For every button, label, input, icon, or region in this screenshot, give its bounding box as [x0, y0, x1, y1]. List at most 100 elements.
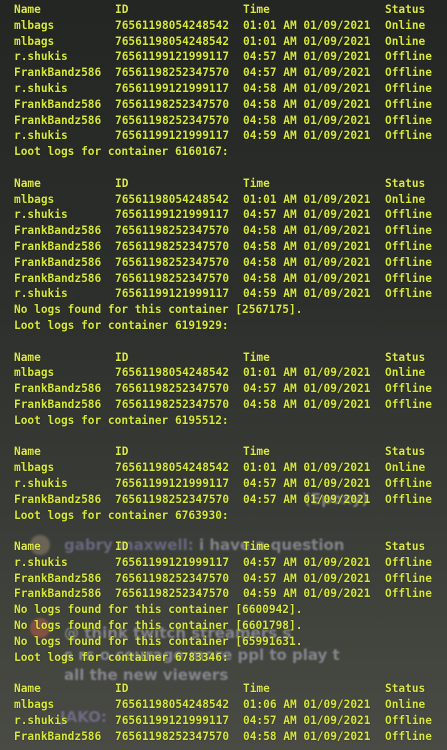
log-entry-row: r.shukis 76561199121999117 04:59 AM 01/09/…	[14, 286, 447, 302]
log-message: No logs found for this container [256717…	[14, 303, 303, 317]
log-id-cell: 76561199121999117	[115, 287, 230, 301]
log-time-cell: 04:57 AM 01/09/2021	[243, 555, 371, 569]
log-name-cell: FrankBandz586	[14, 224, 102, 238]
log-status-cell: Status	[385, 3, 426, 16]
log-id-cell: ID	[115, 3, 129, 16]
log-name-cell: mlbags	[14, 192, 55, 206]
log-id-cell: 76561198252347570	[115, 587, 230, 601]
log-status-cell: Offline	[385, 113, 432, 127]
log-id-cell: 76561198252347570	[115, 382, 230, 396]
log-status-cell: Offline	[385, 713, 432, 727]
log-id-cell: 76561198252347570	[115, 66, 230, 80]
log-name-cell: Name	[14, 176, 41, 190]
log-name-cell: FrankBandz586	[14, 113, 102, 127]
log-entry-row: FrankBandz586 76561198252347570 04:57 AM 0…	[14, 492, 447, 508]
log-status-cell: Online	[385, 18, 426, 32]
log-name-cell: mlbags	[14, 461, 55, 475]
log-name-cell: r.shukis	[14, 208, 68, 222]
log-name-cell: Name	[14, 445, 41, 459]
log-entry-row: FrankBandz586 76561198252347570 04:58 AM 0…	[14, 239, 447, 255]
log-id-cell: 76561198252347570	[115, 224, 230, 238]
log-time-cell: 04:57 AM 01/09/2021	[243, 476, 371, 490]
log-entry-row: r.shukis 76561199121999117 04:58 AM 01/09/…	[14, 81, 447, 97]
log-status-cell: Offline	[385, 255, 432, 269]
log-status-cell: Offline	[385, 555, 432, 569]
log-time-cell: 04:58 AM 01/09/2021	[243, 271, 371, 285]
log-time-cell: 04:58 AM 01/09/2021	[243, 97, 371, 111]
log-id-cell: 76561198054248542	[115, 34, 230, 48]
log-status-cell: Online	[385, 366, 426, 380]
log-entry-row: FrankBandz586 76561198252347570 04:58 AM 0…	[14, 729, 447, 745]
log-name-cell: FrankBandz586	[14, 271, 102, 285]
log-time-cell: 04:58 AM 01/09/2021	[243, 81, 371, 95]
log-name-cell: r.shukis	[14, 476, 68, 490]
log-time-cell: 01:01 AM 01/09/2021	[243, 192, 371, 206]
log-entry-row: mlbags 76561198054248542 01:01 AM 01/09/20…	[14, 34, 447, 50]
log-id-cell: 76561198054248542	[115, 698, 230, 712]
log-name-cell: r.shukis	[14, 129, 68, 143]
log-entry-row: mlbags 76561198054248542 01:06 AM 01/09/20…	[14, 697, 447, 713]
log-entry-row: FrankBandz586 76561198252347570 04:58 AM 0…	[14, 223, 447, 239]
log-status-cell: Status	[385, 445, 426, 459]
log-time-cell: 04:57 AM 01/09/2021	[243, 66, 371, 80]
log-time-cell: 04:58 AM 01/09/2021	[243, 729, 371, 743]
log-entry-row: r.shukis 76561199121999117 04:57 AM 01/09/…	[14, 207, 447, 223]
log-id-cell: 76561199121999117	[115, 81, 230, 95]
log-time-cell: 04:58 AM 01/09/2021	[243, 239, 371, 253]
log-time-cell: Time	[243, 176, 270, 190]
log-status-cell: Offline	[385, 208, 432, 222]
log-name-cell: r.shukis	[14, 287, 68, 301]
log-name-cell: r.shukis	[14, 713, 68, 727]
log-name-cell: r.shukis	[14, 50, 68, 64]
log-time-cell: 04:58 AM 01/09/2021	[243, 113, 371, 127]
log-message: Loot logs for container 6763930:	[14, 508, 229, 522]
log-status-cell: Offline	[385, 287, 432, 301]
log-id-cell: 76561198252347570	[115, 492, 230, 506]
log-header-row: Name ID Time Status	[14, 350, 447, 366]
log-name-cell: FrankBandz586	[14, 729, 102, 743]
log-blank-line	[14, 523, 447, 539]
log-time-cell: 01:01 AM 01/09/2021	[243, 34, 371, 48]
log-time-cell: 04:58 AM 01/09/2021	[243, 255, 371, 269]
log-status-cell: Offline	[385, 492, 432, 506]
log-status-cell: Online	[385, 698, 426, 712]
log-id-cell: 76561198252347570	[115, 397, 230, 411]
log-id-cell: 76561198054248542	[115, 192, 230, 206]
log-header-row: Name ID Time Status	[14, 681, 447, 697]
log-entry-row: mlbags 76561198054248542 01:01 AM 01/09/20…	[14, 192, 447, 208]
log-id-cell: ID	[115, 445, 129, 459]
log-time-cell: 04:57 AM 01/09/2021	[243, 382, 371, 396]
log-entry-row: FrankBandz586 76561198252347570 04:58 AM 0…	[14, 397, 447, 413]
log-status-cell: Offline	[385, 129, 432, 143]
log-name-cell: Name	[14, 3, 41, 16]
log-message: Loot logs for container 6783346:	[14, 650, 229, 664]
log-id-cell: ID	[115, 682, 129, 696]
log-name-cell: Name	[14, 350, 41, 364]
log-header-row: Name ID Time Status	[14, 444, 447, 460]
log-time-cell: Time	[243, 682, 270, 696]
log-entry-row: r.shukis 76561199121999117 04:57 AM 01/09/…	[14, 555, 447, 571]
log-entry-row: r.shukis 76561199121999117 04:57 AM 01/09/…	[14, 476, 447, 492]
log-name-cell: FrankBandz586	[14, 255, 102, 269]
log-time-cell: 04:59 AM 01/09/2021	[243, 587, 371, 601]
log-message: No logs found for this container [660179…	[14, 619, 303, 633]
log-id-cell: 76561199121999117	[115, 476, 230, 490]
console-log: Name ID Time Status mlbags 76561198054248542 0…	[14, 2, 447, 744]
log-entry-row: FrankBandz586 76561198252347570 04:58 AM 0…	[14, 271, 447, 287]
log-time-cell: Time	[243, 445, 270, 459]
log-id-cell: 76561198252347570	[115, 571, 230, 585]
log-status-cell: Online	[385, 461, 426, 475]
log-name-cell: mlbags	[14, 18, 55, 32]
log-name-cell: Name	[14, 682, 41, 696]
log-status-cell: Offline	[385, 571, 432, 585]
log-time-cell: Time	[243, 540, 270, 554]
log-header-row: Name ID Time Status	[14, 539, 447, 555]
log-status-cell: Offline	[385, 587, 432, 601]
log-blank-line	[14, 160, 447, 176]
log-time-cell: 04:57 AM 01/09/2021	[243, 208, 371, 222]
log-id-cell: 76561198054248542	[115, 18, 230, 32]
log-id-cell: 76561198252347570	[115, 239, 230, 253]
log-status-cell: Online	[385, 34, 426, 48]
log-time-cell: 04:59 AM 01/09/2021	[243, 129, 371, 143]
log-message: No logs found for this container [659916…	[14, 634, 303, 648]
